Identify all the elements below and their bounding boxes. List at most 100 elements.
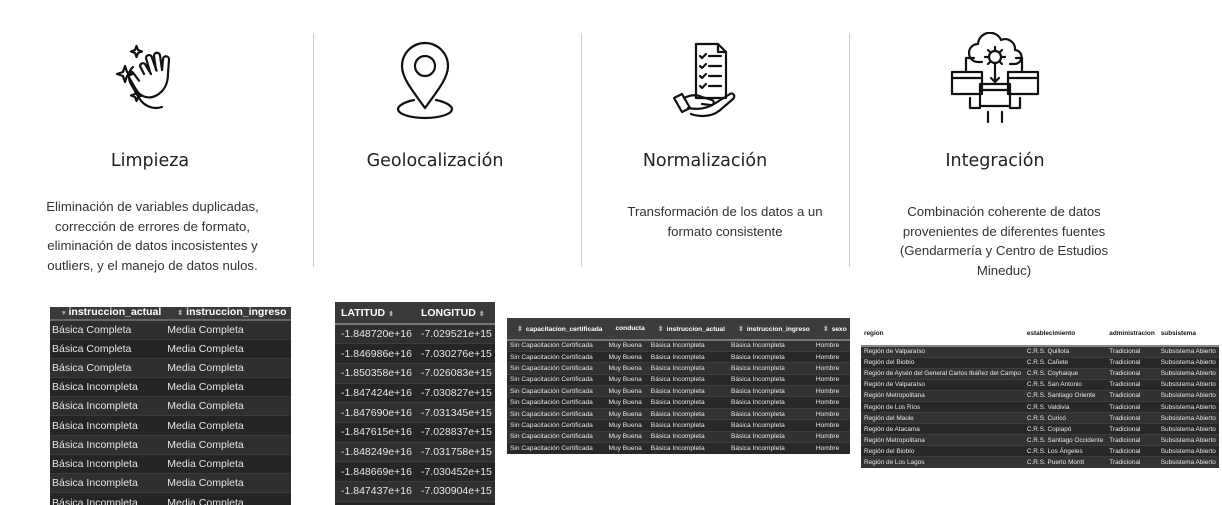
table-row: -1.847437e+16 -7.030904e+15 (335, 481, 495, 502)
table-cell: Muy Buena (605, 362, 648, 375)
table-cell: Básica Incompleta (647, 385, 728, 397)
table-row: Sin Capacitación Certificada Muy Buena Bás… (507, 419, 850, 432)
table-cell: -7.028837e+15 (414, 421, 495, 443)
table-cell: -7.029521e+15 (414, 323, 495, 344)
table-cell: C.R.S. San Antonio (1023, 378, 1107, 391)
table-row: Sin Capacitación Certificada Muy Buena Bás… (507, 362, 850, 375)
table-cell: Básica Incompleta (727, 430, 813, 443)
table-cell: Muy Buena (605, 407, 648, 420)
table-cell: Tradicional (1106, 445, 1158, 457)
table-cell: Tradicional (1106, 378, 1158, 391)
table-cell: Básica Incompleta (50, 472, 166, 493)
table-cell: Subsistema Abierto (1157, 445, 1219, 457)
table-cell: Región de Atacama (861, 423, 1024, 435)
table-cell: C.R.S. Quillota (1023, 345, 1107, 358)
table-cell: Básica Incompleta (727, 339, 813, 352)
table-cell: C.R.S. Puerto Montt (1023, 456, 1107, 469)
column-header[interactable]: subsistema (1157, 322, 1219, 347)
table-row: Básica Incompleta Media Completa (50, 396, 291, 416)
table-row: Región del Maule C.R.S. Curicó Tradicional… (861, 412, 1219, 424)
table-cell: Muy Buena (605, 441, 648, 454)
table-cell: -1.849101e+16 (335, 500, 415, 505)
table-cell: Muy Buena (605, 419, 648, 432)
table-cell: Hombre (812, 385, 850, 397)
table-cell: Sin Capacitación Certificada (507, 396, 606, 409)
table-cell: Subsistema Abierto (1157, 378, 1219, 391)
table-cell: Básica Completa (50, 357, 166, 378)
table-cell: Básica Incompleta (647, 350, 728, 363)
table-row: Región Metropolitana C.R.S. Santiago Occi… (861, 434, 1219, 446)
table-row: -1.847690e+16 -7.031345e+15 (335, 402, 495, 423)
table-row: Básica Incompleta Media Completa (50, 492, 291, 505)
location-pin-icon (375, 30, 475, 130)
column-header[interactable]: ▾ instruccion_actual (50, 307, 166, 321)
table-coordenadas: LATITUD ⬍ LONGITUD ⬍ -1.848720e+16 -7.029… (335, 302, 495, 505)
table-cell: Subsistema Abierto (1157, 389, 1219, 402)
table-row: Región del Biobío C.R.S. Cañete Tradiciona… (861, 356, 1219, 369)
table-cell: Media Completa (165, 338, 291, 359)
table-cell: -1.848249e+16 (335, 441, 415, 462)
table-cell: Muy Buena (605, 385, 648, 397)
table-cell: Muy Buena (605, 339, 648, 352)
column-header[interactable]: region (861, 322, 1024, 347)
table-cell: Subsistema Abierto (1157, 434, 1219, 446)
table-cell: Región del Maule (861, 412, 1024, 424)
table-cell: Hombre (812, 419, 850, 432)
table-cell: Sin Capacitación Certificada (507, 350, 606, 363)
column-header[interactable]: ⬍ instruccion_ingreso (165, 307, 291, 321)
table-cell: Sin Capacitación Certificada (507, 362, 606, 375)
column-header[interactable]: ⬍ instruccion_ingreso (727, 318, 813, 341)
table-cell: Sin Capacitación Certificada (507, 430, 606, 443)
table-cell: Hombre (812, 350, 850, 363)
checklist-hand-icon (660, 30, 750, 130)
table-cell: Tradicional (1106, 412, 1158, 424)
table-cell: Sin Capacitación Certificada (507, 441, 606, 454)
column-header[interactable]: conducta (605, 318, 648, 341)
column-header[interactable]: ⬍ sexo (812, 318, 850, 341)
table-cell: Hombre (812, 373, 850, 386)
column-header[interactable]: LATITUD ⬍ (335, 302, 415, 325)
table-cell: -7.030827e+15 (414, 382, 495, 403)
table-row: Sin Capacitación Certificada Muy Buena Bás… (507, 396, 850, 409)
column-header[interactable]: ⬍ capacitacion_certificada (507, 318, 606, 341)
table-row: Básica Incompleta Media Completa (50, 415, 291, 436)
table-cell: C.R.S. Coyhaique (1023, 367, 1107, 380)
table-cell: -7.031345e+15 (414, 402, 495, 423)
column-header[interactable]: administracion (1106, 322, 1158, 347)
table-cell: Región de Valparaíso (861, 345, 1024, 358)
table-row: -1.848720e+16 -7.029521e+15 (335, 323, 495, 344)
table-cell: Básica Incompleta (647, 339, 728, 352)
table-cell: C.R.S. Santiago Oriente (1023, 389, 1107, 402)
table-cell: Región Metropolitana (861, 389, 1024, 402)
table-cell: Básica Incompleta (727, 385, 813, 397)
table-cell: Media Completa (165, 492, 291, 505)
table-row: Región de Valparaíso C.R.S. San Antonio Tr… (861, 378, 1219, 391)
step-title-limpieza: Limpieza (110, 151, 190, 171)
table-cell: Básica Incompleta (647, 362, 728, 375)
table-row: -1.848669e+16 -7.030452e+15 (335, 461, 495, 482)
table-cell: Hombre (812, 430, 850, 443)
column-header[interactable]: ⬍ instruccion_actual (647, 318, 728, 341)
table-cell: C.R.S. Cañete (1023, 356, 1107, 369)
table-cell: Básica Incompleta (50, 434, 166, 455)
table-cell: Hombre (812, 407, 850, 420)
table-cell: Básica Incompleta (647, 407, 728, 420)
table-row: -1.849101e+16-7.031158e+15 (335, 500, 495, 505)
column-header[interactable]: establecimiento (1023, 322, 1107, 347)
table-row: Básica Incompleta Media Completa (50, 377, 291, 397)
table-cell: Región de Aysén del General Carlos Ibáñe… (861, 367, 1024, 380)
table-cell: Subsistema Abierto (1157, 412, 1219, 424)
table-cell: Muy Buena (605, 430, 648, 443)
table-cell: -1.847690e+16 (335, 402, 415, 423)
table-cell: Muy Buena (605, 350, 648, 363)
column-header[interactable]: LONGITUD ⬍ (414, 302, 495, 325)
table-row: Básica Incompleta Media Completa (50, 472, 291, 493)
table-cell: Sin Capacitación Certificada (507, 373, 606, 386)
table-cell: C.R.S. Santiago Occidente (1023, 434, 1107, 446)
table-cell: Sin Capacitación Certificada (507, 419, 606, 432)
table-cell: Media Completa (165, 453, 291, 474)
table-cell: Hombre (812, 396, 850, 409)
table-row: Básica Incompleta Media Completa (50, 453, 291, 474)
table-cell: Región del Biobío (861, 445, 1024, 457)
table-cell: Media Completa (165, 377, 291, 397)
